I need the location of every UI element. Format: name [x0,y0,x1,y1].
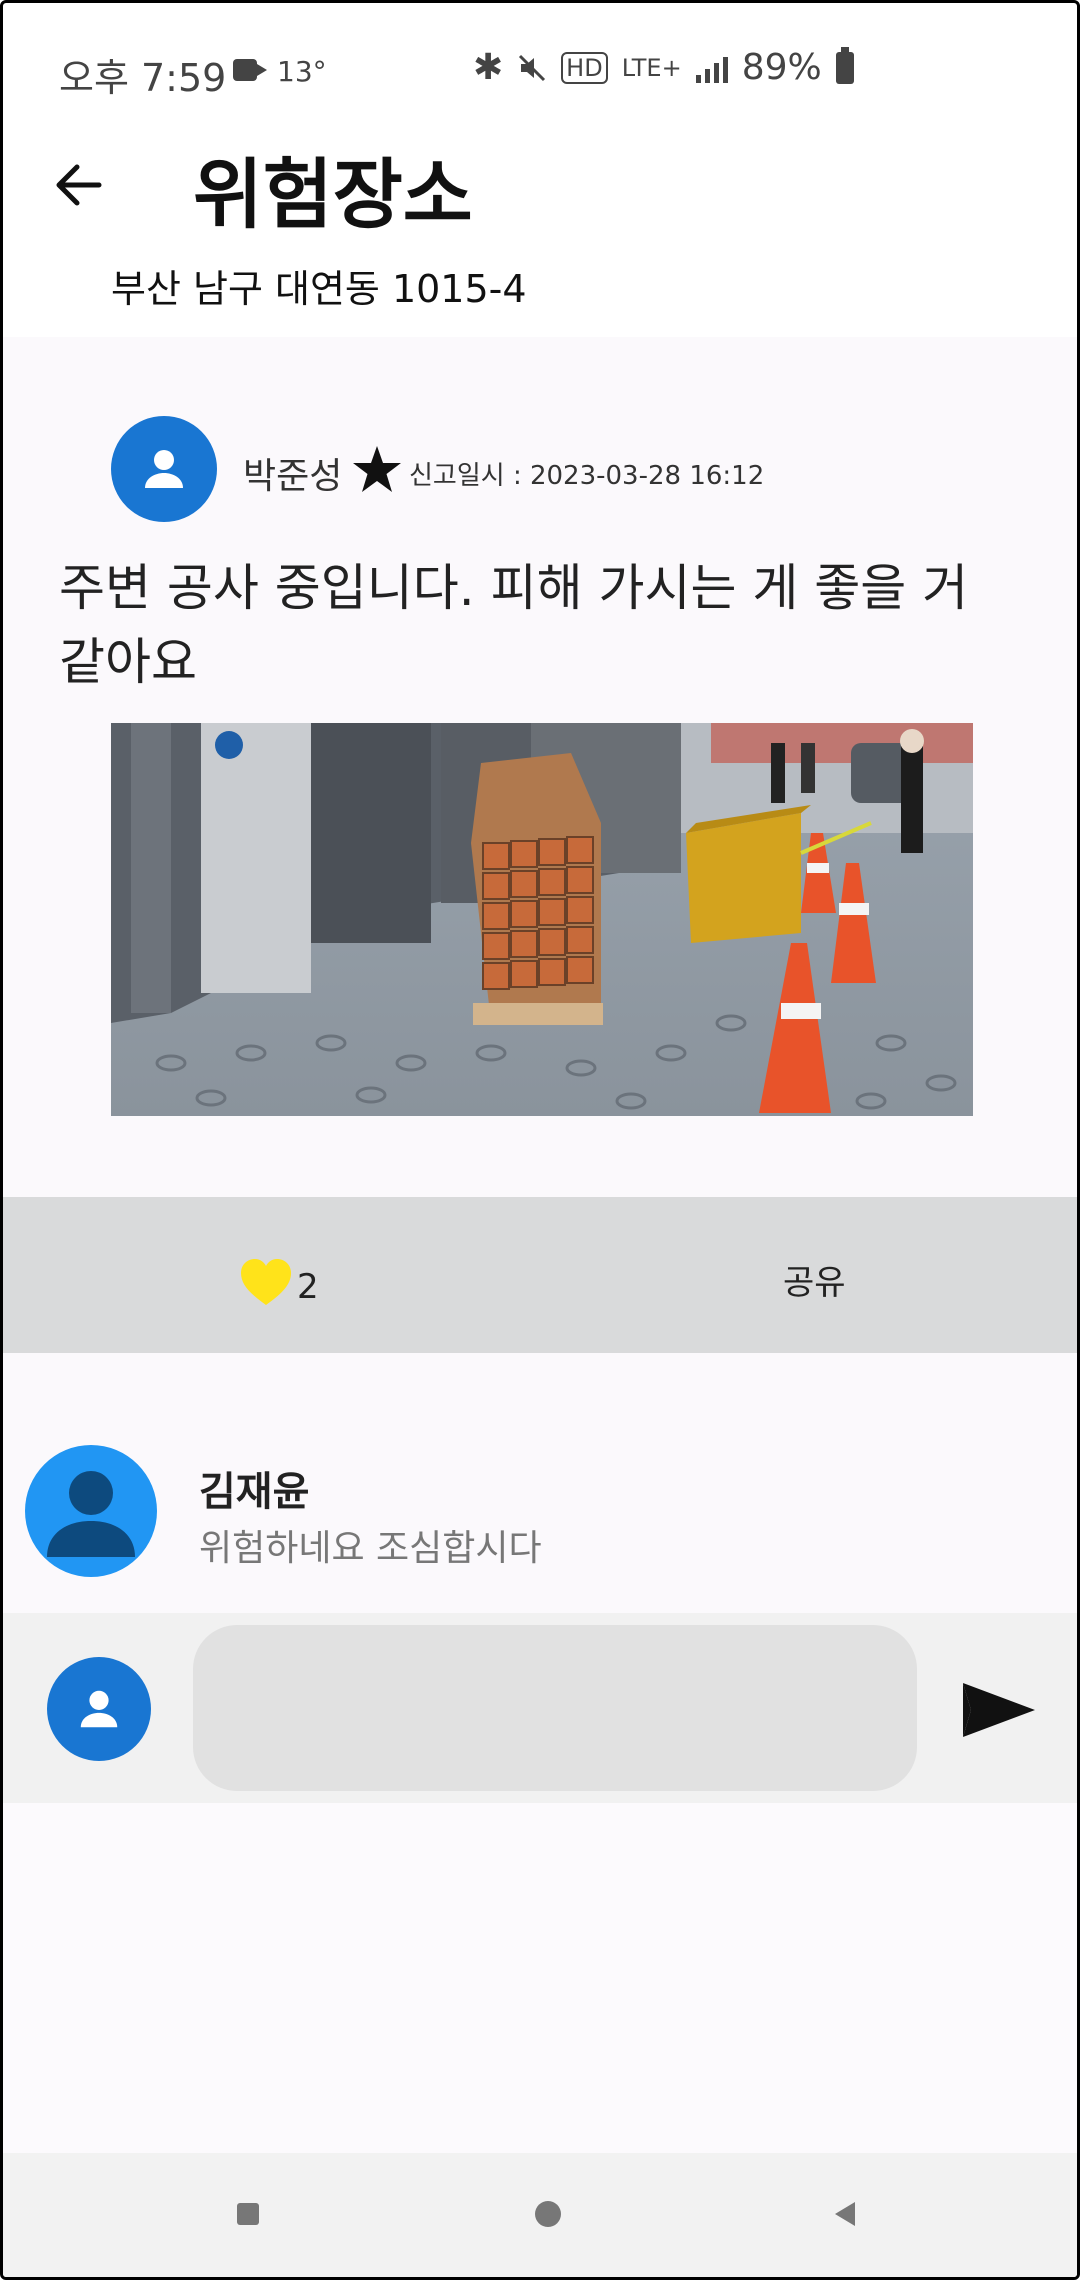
comment-input[interactable] [193,1625,917,1791]
location-address: 부산 남구 대연동 1015-4 [111,267,527,311]
commenter-avatar[interactable] [25,1445,157,1577]
back-arrow-icon[interactable] [49,155,109,215]
video-camera-icon [233,59,267,81]
page-title: 위험장소 [193,150,473,239]
app-frame: 오후 7:59 13° ✱ HD LTE+ 89% 위험장소 부산 남구 대연동… [0,0,1080,2280]
hd-badge: HD [561,51,608,84]
status-right-group: ✱ HD LTE+ 89% [473,46,854,88]
person-icon [80,1690,118,1728]
status-time: 오후 7:59 [59,56,227,100]
post-content: 주변 공사 중입니다. 피해 가시는 게 좋을 거 같아요 [59,559,969,691]
like-button[interactable]: 2 [239,1257,319,1307]
signal-icon [695,53,728,83]
network-type: LTE+ [621,53,682,82]
nav-back-icon[interactable] [835,2202,855,2226]
author-name: 박준성 [243,456,343,497]
construction-site-image [111,723,973,1116]
author-avatar[interactable] [111,416,217,522]
status-temperature: 13° [277,55,327,88]
comment-list [3,1353,1077,1613]
comment-author: 김재윤 [199,1469,310,1515]
nav-home-icon[interactable] [535,2201,561,2227]
battery-level: 89% [741,47,822,88]
empty-area [3,1803,1077,2153]
comment-text: 위험하네요 조심합시다 [199,1528,542,1569]
like-count: 2 [297,1267,319,1307]
share-button[interactable]: 공유 [783,1255,846,1304]
star-icon [353,446,401,492]
heart-icon [241,1259,291,1305]
person-icon [47,1471,135,1557]
battery-icon [835,46,854,84]
bluetooth-icon: ✱ [473,47,504,88]
person-icon [145,450,183,488]
my-avatar [47,1657,151,1761]
post-photo[interactable] [111,723,973,1116]
status-bar: 오후 7:59 13° ✱ HD LTE+ 89% [3,3,1077,123]
nav-recent-icon[interactable] [237,2203,259,2225]
post-actions-bar [3,1197,1077,1353]
send-icon[interactable] [959,1679,1039,1741]
report-date: 신고일시 : 2023-03-28 16:12 [409,461,765,491]
mute-icon [519,54,546,81]
